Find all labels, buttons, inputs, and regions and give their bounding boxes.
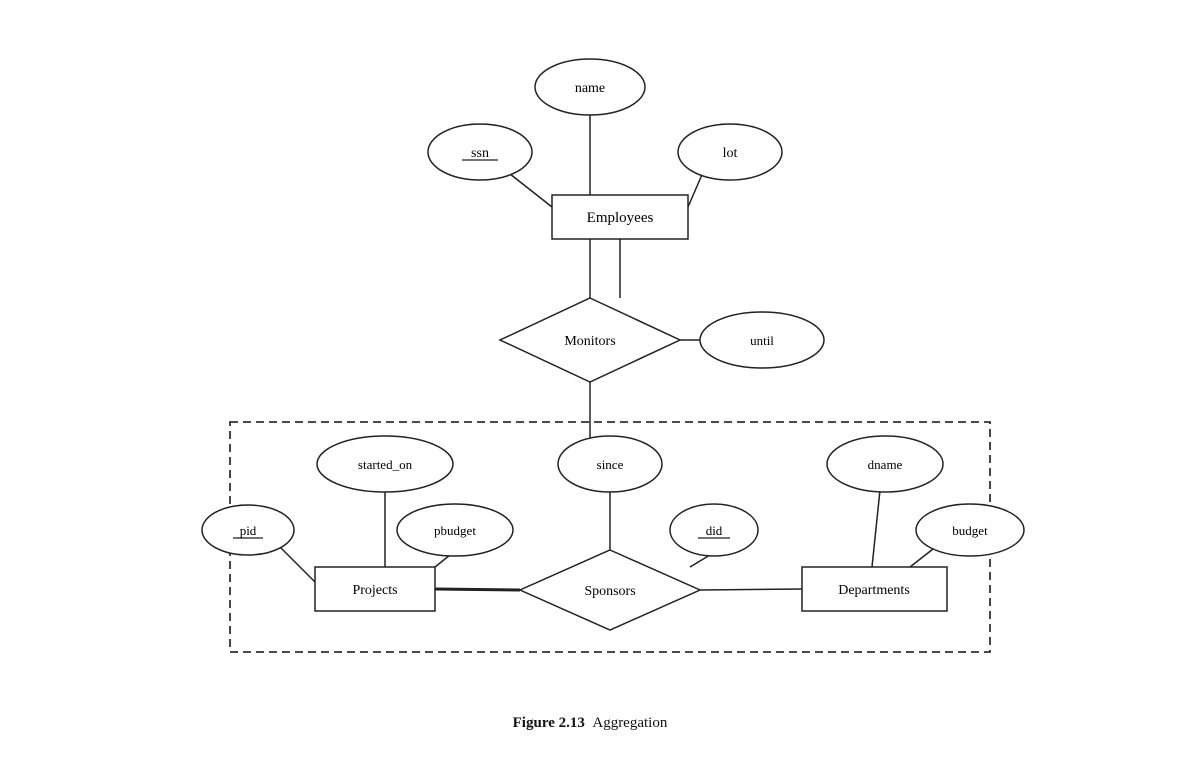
employees-label: Employees bbox=[587, 210, 654, 226]
figure-number: Figure 2.13 bbox=[513, 715, 585, 731]
pbudget-label: pbudget bbox=[434, 523, 476, 538]
name-label: name bbox=[575, 81, 605, 96]
lot-label: lot bbox=[723, 146, 738, 161]
pid-label: pid bbox=[240, 523, 257, 538]
figure-description: Aggregation bbox=[592, 715, 667, 731]
projects-label: Projects bbox=[352, 583, 397, 598]
did-label: did bbox=[706, 523, 723, 538]
since-label: since bbox=[597, 457, 624, 472]
budget-label: budget bbox=[952, 523, 988, 538]
started-on-label: started_on bbox=[358, 457, 413, 472]
sponsors-label: Sponsors bbox=[584, 584, 635, 599]
until-label: until bbox=[750, 333, 774, 348]
dname-label: dname bbox=[868, 457, 903, 472]
ssn-label: ssn bbox=[471, 146, 489, 161]
er-diagram: name ssn lot Employees Monitors until st… bbox=[90, 27, 1090, 707]
monitors-label: Monitors bbox=[564, 334, 615, 349]
departments-label: Departments bbox=[838, 583, 910, 598]
figure-caption: Figure 2.13 Aggregation bbox=[513, 715, 668, 732]
